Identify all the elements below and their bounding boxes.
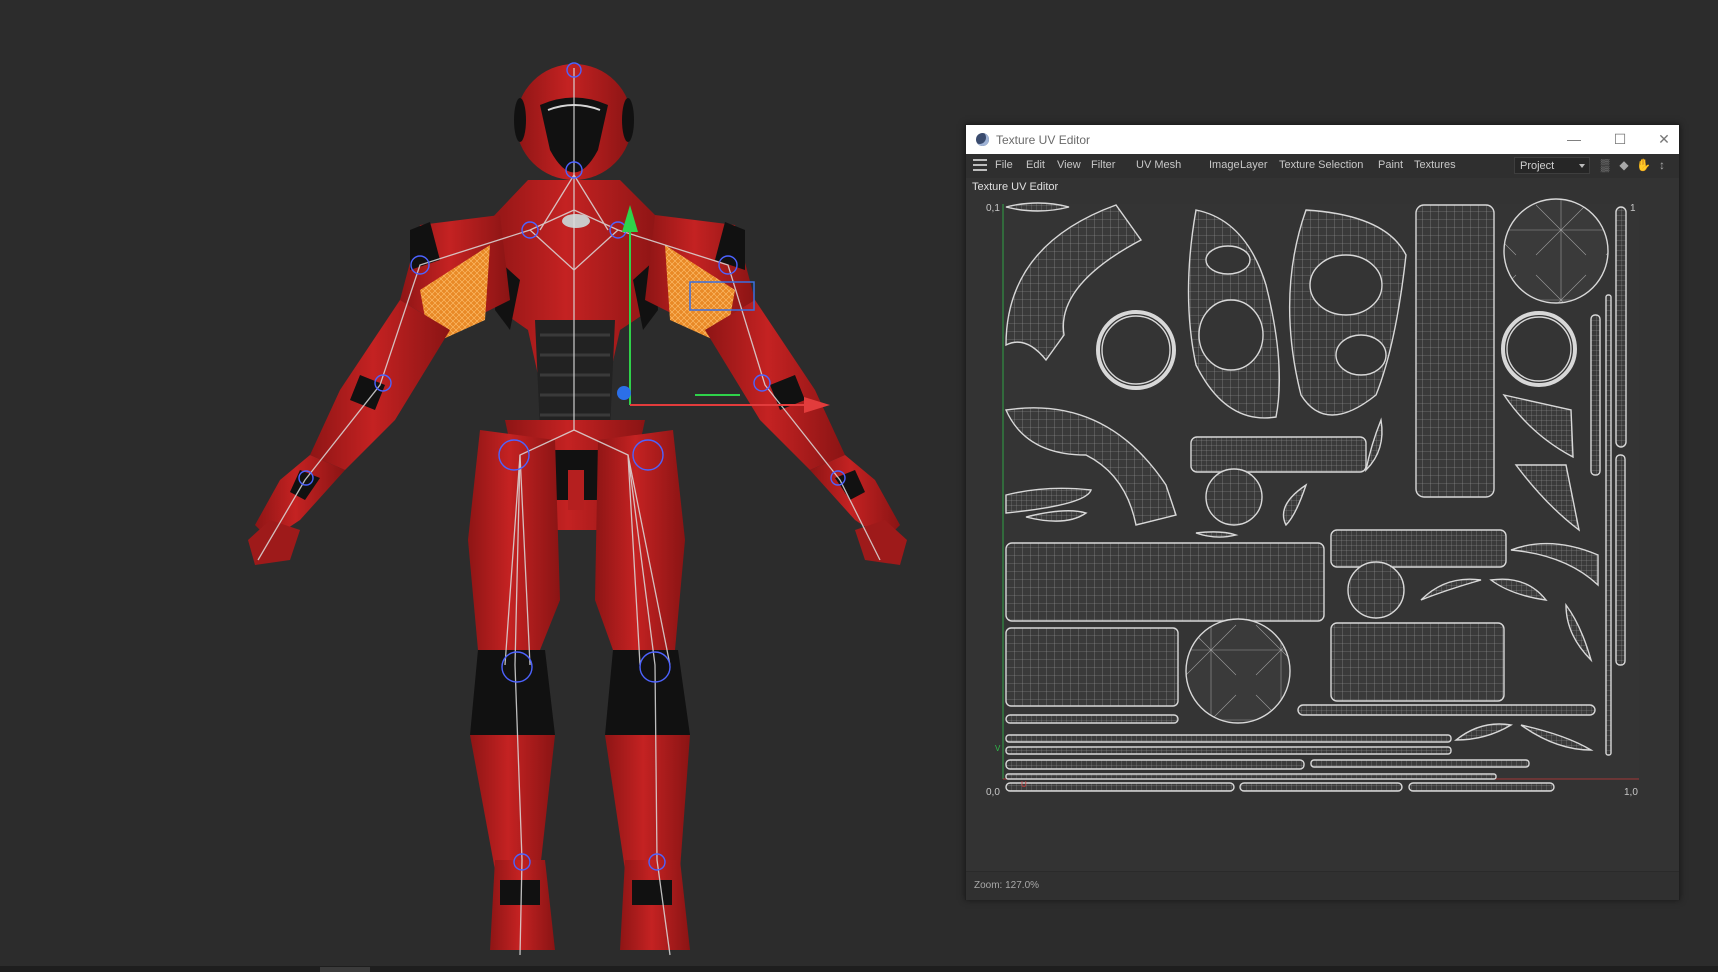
maximize-icon[interactable]: ☐ bbox=[1605, 129, 1635, 149]
uv-label-bottom-right: 1,0 bbox=[1624, 787, 1638, 798]
menu-uv-mesh[interactable]: UV Mesh bbox=[1136, 159, 1181, 171]
v-axis-label: V bbox=[995, 744, 1001, 753]
texture-uv-editor-window[interactable]: Texture UV Editor — ☐ ✕ File Edit View F… bbox=[965, 124, 1680, 900]
chevron-down-icon bbox=[1579, 164, 1585, 168]
uv-label-top-left: 0,1 bbox=[986, 203, 1000, 214]
hand-icon[interactable]: ✋ bbox=[1636, 158, 1651, 173]
menu-paint[interactable]: Paint bbox=[1378, 159, 1403, 171]
menu-edit[interactable]: Edit bbox=[1026, 159, 1045, 171]
menu-file[interactable]: File bbox=[995, 159, 1013, 171]
uv-label-bottom-left: 0,0 bbox=[986, 787, 1000, 798]
window-title: Texture UV Editor bbox=[996, 133, 1091, 147]
histogram-icon[interactable]: ▒ bbox=[1598, 158, 1612, 173]
uv-canvas[interactable]: 0,1 1 0,0 1,0 V U bbox=[966, 195, 1679, 803]
menu-image[interactable]: Image bbox=[1209, 159, 1240, 171]
cinema4d-app-icon bbox=[976, 133, 989, 146]
window-titlebar[interactable]: Texture UV Editor — ☐ ✕ bbox=[966, 125, 1679, 154]
pin-icon[interactable]: ↕ bbox=[1655, 158, 1669, 173]
project-mode-select[interactable]: Project bbox=[1514, 157, 1590, 174]
menu-textures[interactable]: Textures bbox=[1414, 159, 1456, 171]
zoom-level: Zoom: 127.0% bbox=[974, 880, 1040, 891]
uv-label-top-right: 1 bbox=[1630, 203, 1636, 214]
menu-texture-selection[interactable]: Texture Selection bbox=[1279, 159, 1363, 171]
project-select-value: Project bbox=[1520, 160, 1555, 172]
u-axis-label: U bbox=[1021, 780, 1027, 789]
viewport-bottom-strip bbox=[0, 966, 1718, 972]
menu-filter[interactable]: Filter bbox=[1091, 159, 1115, 171]
hamburger-menu-icon[interactable] bbox=[973, 159, 987, 171]
menu-layer[interactable]: Layer bbox=[1240, 159, 1268, 171]
lock-icon[interactable]: ◆ bbox=[1617, 158, 1631, 173]
status-bar: Zoom: 127.0% bbox=[966, 871, 1679, 900]
panel-label: Texture UV Editor bbox=[972, 181, 1059, 193]
timeline-scroll-thumb[interactable] bbox=[320, 967, 370, 972]
close-icon[interactable]: ✕ bbox=[1649, 129, 1679, 149]
menu-view[interactable]: View bbox=[1057, 159, 1081, 171]
minimize-icon[interactable]: — bbox=[1559, 129, 1589, 149]
menu-bar: File Edit View Filter UV Mesh Image Laye… bbox=[966, 154, 1679, 178]
